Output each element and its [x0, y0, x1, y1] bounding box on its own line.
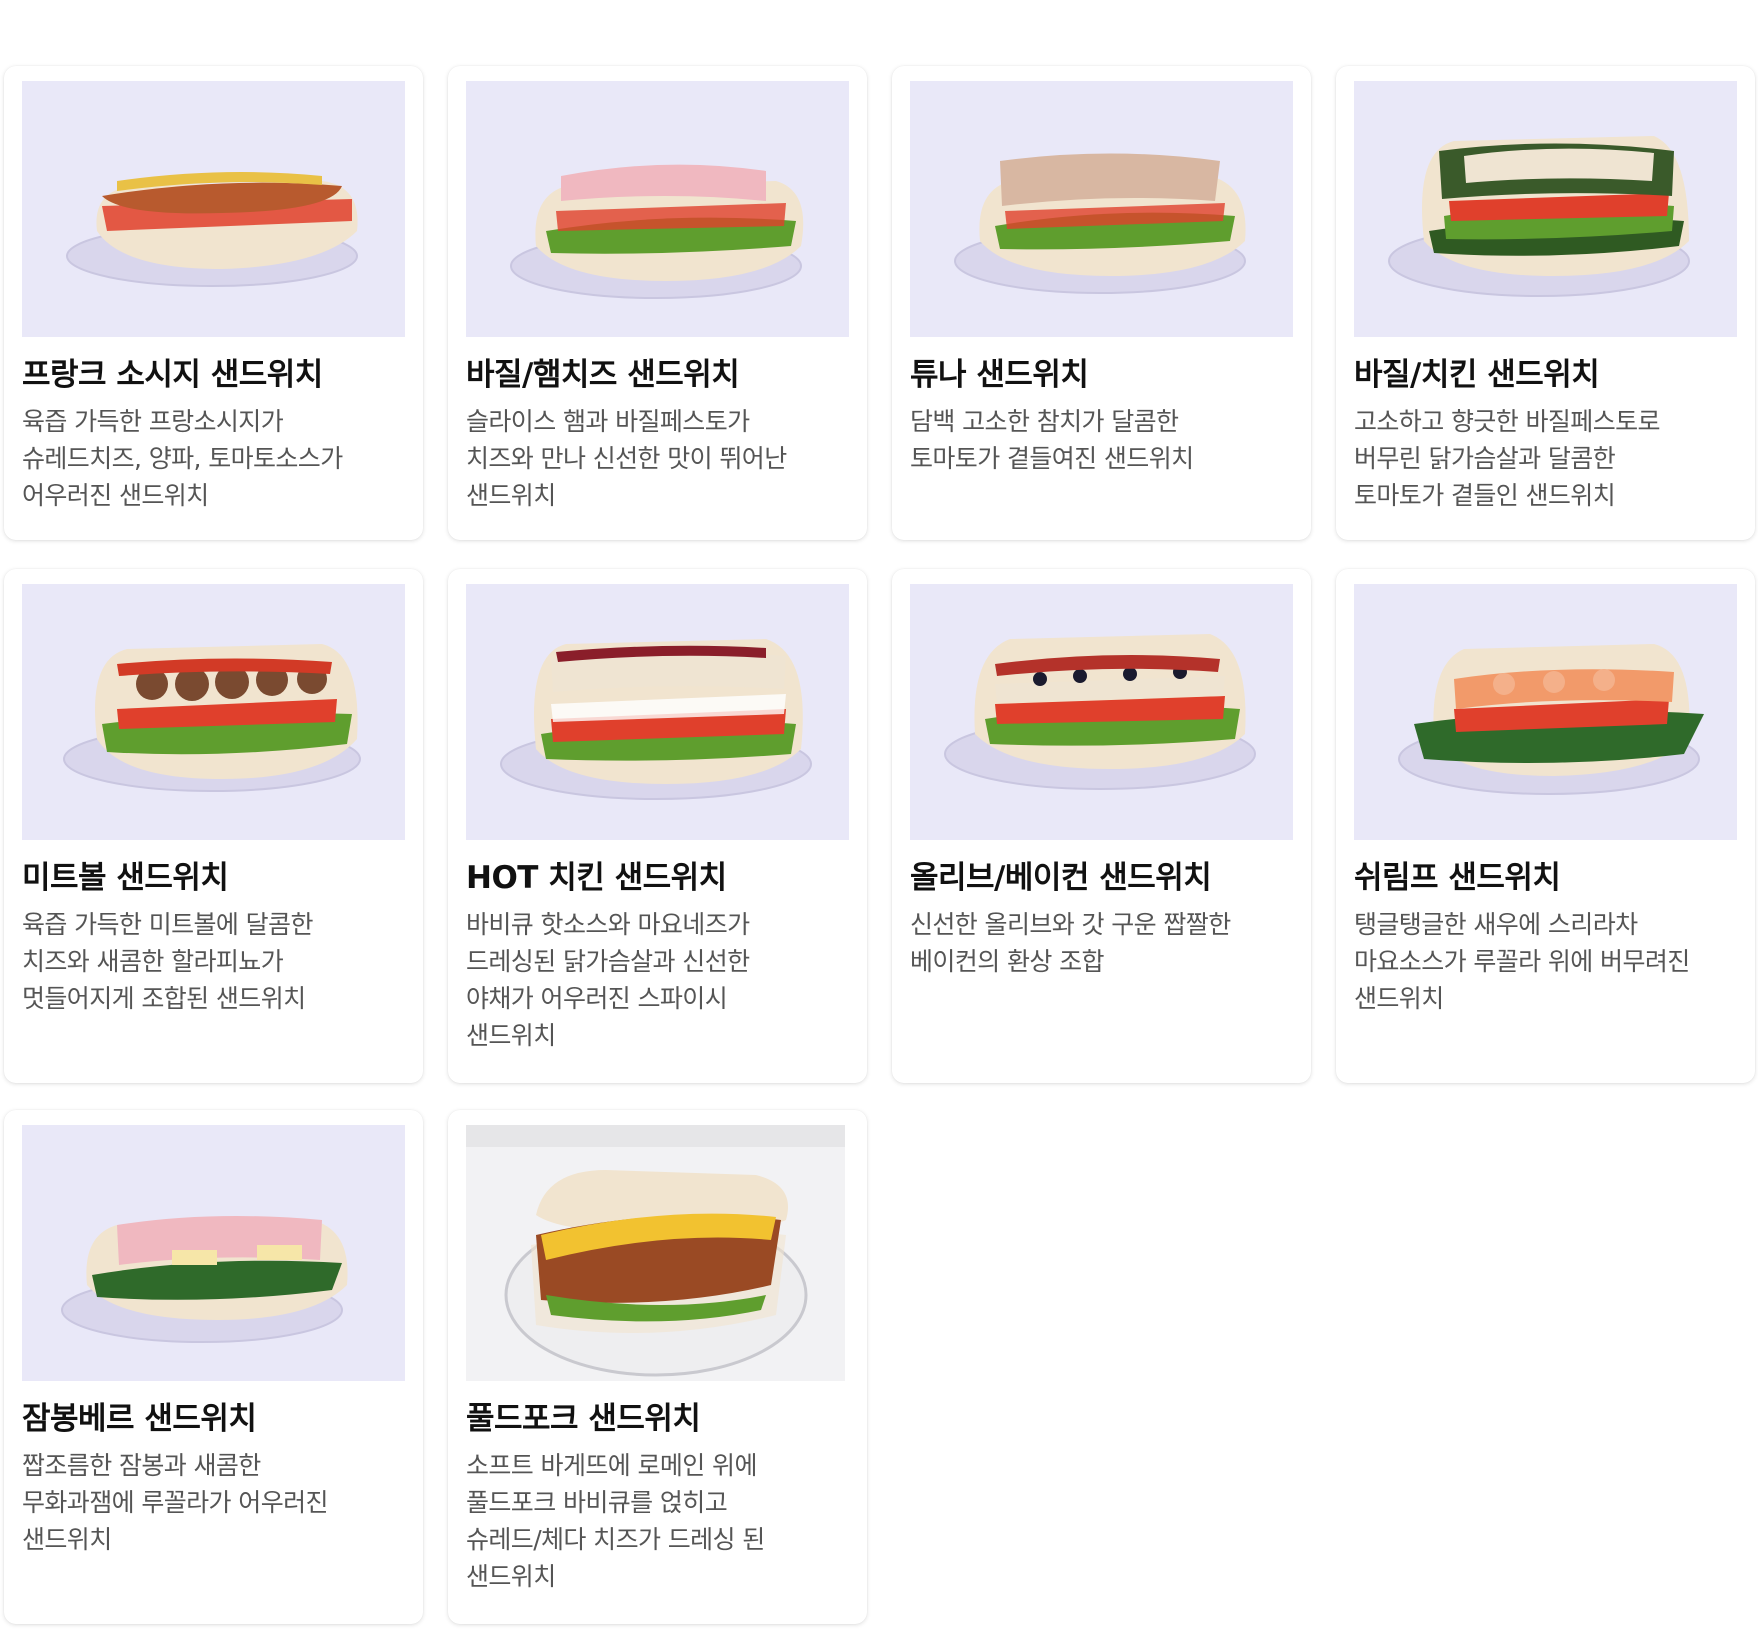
menu-item-name: 바질/치킨 샌드위치: [1354, 357, 1600, 393]
menu-item-name: 풀드포크 샌드위치: [466, 1401, 701, 1437]
menu-item-name: 올리브/베이컨 샌드위치: [910, 860, 1212, 896]
menu-card-meatball[interactable]: 미트볼 샌드위치 육즙 가득한 미트볼에 달콤한 치즈와 새콤한 할라피뇨가 멋…: [4, 569, 423, 1083]
sandwich-photo: [1354, 584, 1737, 840]
menu-item-name: 바질/햄치즈 샌드위치: [466, 357, 740, 393]
menu-card-frank-sausage[interactable]: 프랑크 소시지 샌드위치 육즙 가득한 프랑소시지가 슈레드치즈, 양파, 토마…: [4, 66, 423, 540]
sandwich-photo: [910, 81, 1293, 337]
menu-item-description: 육즙 가득한 미트볼에 달콤한 치즈와 새콤한 할라피뇨가 멋들어지게 조합된 …: [22, 910, 313, 1013]
sandwich-photo: [466, 81, 849, 337]
menu-item-name: 쉬림프 샌드위치: [1354, 860, 1561, 896]
menu-card-basil-ham-cheese[interactable]: 바질/햄치즈 샌드위치 슬라이스 햄과 바질페스토가 치즈와 만나 신선한 맛이…: [448, 66, 867, 540]
sandwich-photo: [466, 584, 849, 840]
menu-grid: 프랑크 소시지 샌드위치 육즙 가득한 프랑소시지가 슈레드치즈, 양파, 토마…: [4, 66, 1755, 540]
menu-card-hot-chicken[interactable]: HOT 치킨 샌드위치 바비큐 핫소스와 마요네즈가 드레싱된 닭가슴살과 신선…: [448, 569, 867, 1083]
sandwich-photo: [22, 81, 405, 337]
menu-item-description: 바비큐 핫소스와 마요네즈가 드레싱된 닭가슴살과 신선한 야채가 어우러진 스…: [466, 910, 750, 1050]
menu-item-description: 신선한 올리브와 갓 구운 짭짤한 베이컨의 환상 조합: [910, 910, 1231, 976]
menu-item-name: HOT 치킨 샌드위치: [466, 860, 727, 896]
menu-item-name: 튜나 샌드위치: [910, 357, 1089, 393]
menu-item-name: 잠봉베르 샌드위치: [22, 1401, 257, 1437]
menu-grid-row-2: 미트볼 샌드위치 육즙 가득한 미트볼에 달콤한 치즈와 새콤한 할라피뇨가 멋…: [4, 569, 1755, 1083]
menu-card-pulled-pork[interactable]: 풀드포크 샌드위치 소프트 바게뜨에 로메인 위에 풀드포크 바비큐를 얹히고 …: [448, 1110, 867, 1624]
menu-card-tuna[interactable]: 튜나 샌드위치 담백 고소한 참치가 달콤한 토마토가 곁들여진 샌드위치: [892, 66, 1311, 540]
menu-item-description: 육즙 가득한 프랑소시지가 슈레드치즈, 양파, 토마토소스가 어우러진 샌드위…: [22, 407, 343, 510]
menu-item-name: 프랑크 소시지 샌드위치: [22, 357, 323, 393]
menu-grid-row-3: 잠봉베르 샌드위치 짭조름한 잠봉과 새콤한 무화과잼에 루꼴라가 어우러진 샌…: [4, 1110, 1754, 1624]
menu-card-olive-bacon[interactable]: 올리브/베이컨 샌드위치 신선한 올리브와 갓 구운 짭짤한 베이컨의 환상 조…: [892, 569, 1311, 1083]
menu-card-basil-chicken[interactable]: 바질/치킨 샌드위치 고소하고 향긋한 바질페스토로 버무린 닭가슴살과 달콤한…: [1336, 66, 1755, 540]
menu-item-description: 소프트 바게뜨에 로메인 위에 풀드포크 바비큐를 얹히고 슈레드/체다 치즈가…: [466, 1451, 765, 1591]
sandwich-photo: [910, 584, 1293, 840]
menu-item-name: 미트볼 샌드위치: [22, 860, 229, 896]
menu-item-description: 고소하고 향긋한 바질페스토로 버무린 닭가슴살과 달콤한 토마토가 곁들인 샌…: [1354, 407, 1661, 510]
sandwich-photo: [1354, 81, 1737, 337]
sandwich-photo: [466, 1125, 845, 1381]
menu-item-description: 슬라이스 햄과 바질페스토가 치즈와 만나 신선한 맛이 뛰어난 샌드위치: [466, 407, 787, 510]
sandwich-photo: [22, 584, 405, 840]
sandwich-photo: [22, 1125, 405, 1381]
menu-card-shrimp[interactable]: 쉬림프 샌드위치 탱글탱글한 새우에 스리라차 마요소스가 루꼴라 위에 버무려…: [1336, 569, 1755, 1083]
menu-item-description: 짭조름한 잠봉과 새콤한 무화과잼에 루꼴라가 어우러진 샌드위치: [22, 1451, 329, 1554]
menu-item-description: 담백 고소한 참치가 달콤한 토마토가 곁들여진 샌드위치: [910, 407, 1194, 473]
menu-item-description: 탱글탱글한 새우에 스리라차 마요소스가 루꼴라 위에 버무려진 샌드위치: [1354, 910, 1690, 1013]
menu-card-jambon-beurre[interactable]: 잠봉베르 샌드위치 짭조름한 잠봉과 새콤한 무화과잼에 루꼴라가 어우러진 샌…: [4, 1110, 423, 1624]
